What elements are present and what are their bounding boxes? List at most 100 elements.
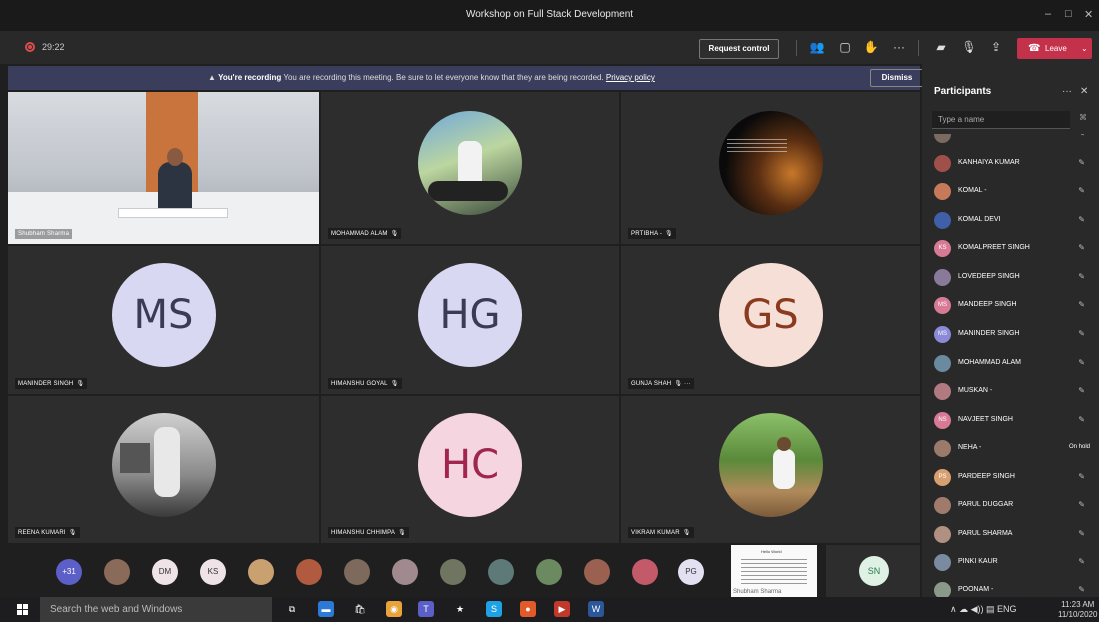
- list-item[interactable]: KOMAL - ✎: [922, 177, 1099, 205]
- pinned-app-icon[interactable]: ★: [452, 601, 468, 617]
- participants-icon[interactable]: 👥: [808, 40, 826, 54]
- list-item[interactable]: KOMAL DEVI ✎: [922, 206, 1099, 234]
- list-item[interactable]: PARUL DUGGAR ✎: [922, 491, 1099, 519]
- participant-name: POONAM -: [958, 586, 994, 593]
- privacy-policy-link[interactable]: Privacy policy: [606, 73, 655, 82]
- mic-off-icon: ✎: [1078, 134, 1085, 138]
- participant-name: PARUL DUGGAR: [958, 501, 1014, 508]
- list-item[interactable]: KANHAIYA KUMAR ✎: [922, 149, 1099, 177]
- firefox-icon[interactable]: ●: [520, 601, 536, 617]
- skype-icon[interactable]: S: [486, 601, 502, 617]
- video-tile[interactable]: VIKRAM KUMAR 🎙: [621, 396, 920, 543]
- overflow-count-badge[interactable]: +31: [56, 559, 82, 585]
- participant-name: PARUL SHARMA: [958, 530, 1013, 537]
- avatar[interactable]: DM: [152, 559, 178, 585]
- more-options-icon[interactable]: ···: [1062, 86, 1072, 97]
- video-tile[interactable]: Shubham Sharma: [8, 92, 319, 244]
- participant-photo: [718, 412, 823, 517]
- list-item[interactable]: PARUL SHARMA ✎: [922, 520, 1099, 548]
- participant-name: HIMANSHU CHHIMPA 🎙: [328, 527, 409, 538]
- list-item[interactable]: MS MANDEEP SINGH ✎: [922, 291, 1099, 319]
- video-app-icon[interactable]: ▶: [554, 601, 570, 617]
- avatar[interactable]: [536, 559, 562, 585]
- video-tile[interactable]: MS MANINDER SINGH 🎙: [8, 246, 319, 394]
- store-icon[interactable]: 🛍: [352, 601, 368, 617]
- mic-off-icon: ✎: [1078, 300, 1085, 309]
- video-tile[interactable]: HC HIMANSHU CHHIMPA 🎙: [321, 396, 619, 543]
- mic-icon: 🎙: [390, 381, 399, 387]
- list-item[interactable]: LOVEDEEP SINGH ✎: [922, 263, 1099, 291]
- taskbar-clock[interactable]: 11:23 AM 11/10/2020: [1058, 600, 1097, 620]
- request-control-button[interactable]: Request control: [699, 39, 779, 59]
- clock-time: 11:23 AM: [1061, 600, 1095, 609]
- word-icon[interactable]: W: [588, 601, 604, 617]
- warning-icon: ▲: [208, 73, 216, 82]
- list-item[interactable]: NS NAVJEET SINGH ✎: [922, 406, 1099, 434]
- participant-name: KOMAL -: [958, 187, 987, 194]
- avatar: [934, 554, 951, 571]
- share-icon[interactable]: ⇪: [987, 40, 1005, 54]
- toolbar-divider: [918, 40, 919, 56]
- mic-icon[interactable]: 🎙: [960, 40, 978, 54]
- avatar[interactable]: [344, 559, 370, 585]
- chevron-down-icon[interactable]: ⌄: [1081, 38, 1088, 59]
- list-item[interactable]: PS PARDEEP SINGH ✎: [922, 463, 1099, 491]
- system-tray[interactable]: ∧ ☁ ◀)) ▤ ENG: [950, 604, 1017, 615]
- windows-start-icon[interactable]: [17, 604, 28, 615]
- avatar: [934, 383, 951, 400]
- list-item[interactable]: NEHA - On hold: [922, 434, 1099, 462]
- avatar[interactable]: PG: [678, 559, 704, 585]
- toolbar-divider: [796, 40, 797, 56]
- maximize-button[interactable]: □: [1065, 8, 1072, 20]
- video-tile[interactable]: HG HIMANSHU GOYAL 🎙: [321, 246, 619, 394]
- file-explorer-icon[interactable]: ▬: [318, 601, 334, 617]
- avatar[interactable]: [584, 559, 610, 585]
- teams-icon[interactable]: T: [418, 601, 434, 617]
- avatar[interactable]: [440, 559, 466, 585]
- chat-icon[interactable]: ▢: [836, 40, 854, 54]
- list-item[interactable]: PINKI KAUR ✎: [922, 548, 1099, 576]
- video-tile[interactable]: GS GUNJA SHAH 🎙 ···: [621, 246, 920, 394]
- participant-name: PINKI KAUR: [958, 558, 998, 565]
- chrome-icon[interactable]: ◉: [386, 601, 402, 617]
- task-view-icon[interactable]: ⧉: [284, 601, 300, 617]
- avatar[interactable]: [248, 559, 274, 585]
- initials-avatar: HC: [418, 412, 522, 517]
- list-item[interactable]: MS MANINDER SINGH ✎: [922, 320, 1099, 348]
- avatar[interactable]: [392, 559, 418, 585]
- avatar[interactable]: KS: [200, 559, 226, 585]
- avatar: [934, 155, 951, 172]
- list-item[interactable]: POONAM - ✎: [922, 576, 1099, 597]
- list-item[interactable]: MUSKAN - ✎: [922, 377, 1099, 405]
- self-video-tile[interactable]: SN: [826, 545, 920, 597]
- avatar[interactable]: [632, 559, 658, 585]
- camera-off-icon[interactable]: ▰: [932, 40, 950, 54]
- close-window-button[interactable]: ✕: [1084, 8, 1093, 21]
- raise-hand-icon[interactable]: ✋: [862, 40, 880, 54]
- avatar[interactable]: [104, 559, 130, 585]
- list-item[interactable]: MOHAMMAD ALAM ✎: [922, 349, 1099, 377]
- taskbar-search-input[interactable]: Search the web and Windows: [40, 597, 272, 622]
- participant-name: MANINDER SINGH: [958, 330, 1020, 337]
- mic-off-icon: ✎: [1078, 158, 1085, 167]
- list-item[interactable]: ✎: [922, 134, 1099, 148]
- avatar: NS: [934, 412, 951, 429]
- screen-share-thumbnail[interactable]: Hello World Shubham Sharma: [731, 545, 817, 597]
- video-tile[interactable]: REENA KUMARI 🎙: [8, 396, 319, 543]
- avatar[interactable]: [488, 559, 514, 585]
- link-icon[interactable]: ⌘: [1079, 113, 1087, 122]
- participant-name: MANDEEP SINGH: [958, 301, 1017, 308]
- avatar[interactable]: [296, 559, 322, 585]
- video-tile[interactable]: MOHAMMAD ALAM 🎙: [321, 92, 619, 244]
- participant-name: MANINDER SINGH 🎙: [15, 378, 88, 389]
- minimize-button[interactable]: –: [1045, 8, 1051, 20]
- participant-name: NAVJEET SINGH: [958, 416, 1013, 423]
- dismiss-button[interactable]: Dismiss: [870, 69, 924, 87]
- list-item[interactable]: KS KOMALPREET SINGH ✎: [922, 234, 1099, 262]
- leave-button[interactable]: ☎ Leave ⌄: [1017, 38, 1092, 59]
- participant-search-input[interactable]: [932, 111, 1070, 129]
- avatar: [934, 269, 951, 286]
- more-icon[interactable]: ···: [890, 40, 908, 54]
- close-icon[interactable]: ✕: [1080, 86, 1088, 97]
- video-tile[interactable]: PRTIBHA - 🎙: [621, 92, 920, 244]
